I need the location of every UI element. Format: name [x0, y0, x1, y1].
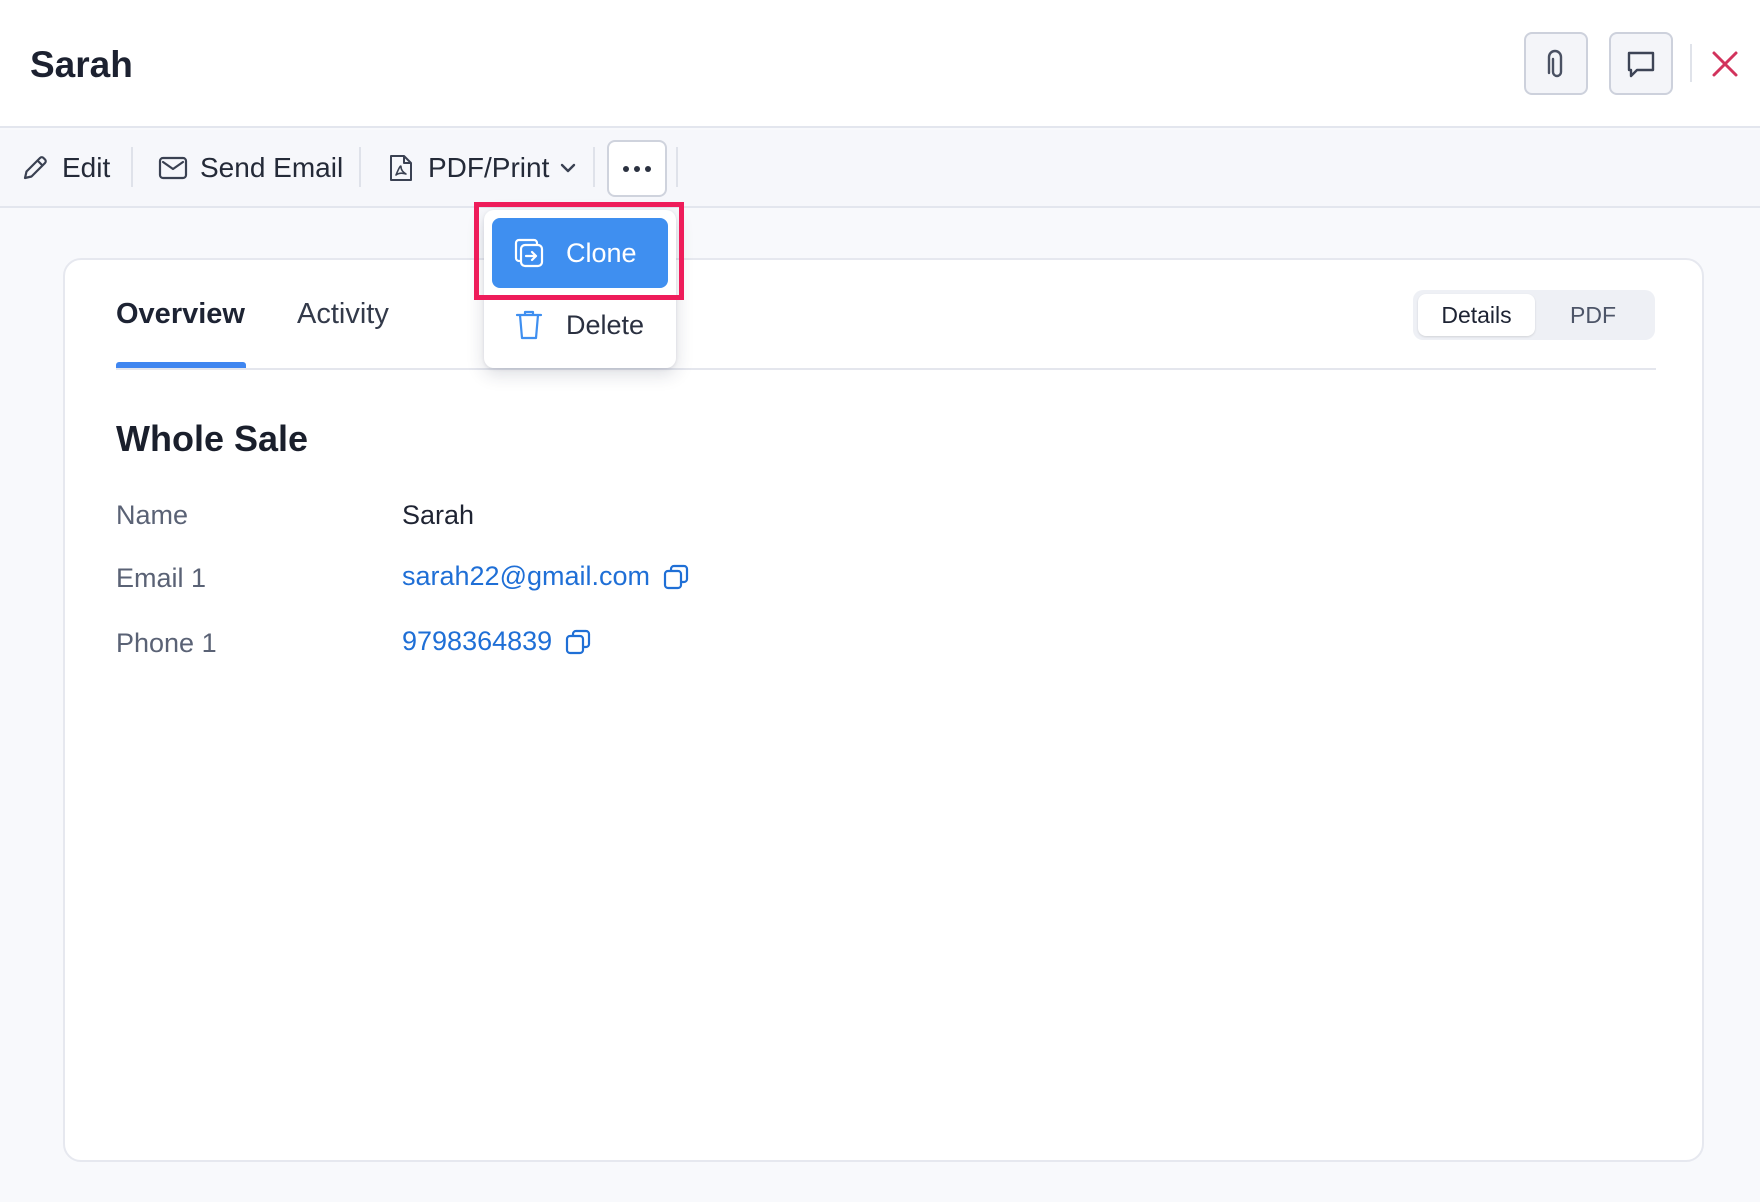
tab-overview[interactable]: Overview — [116, 298, 245, 331]
more-actions-button[interactable] — [607, 140, 667, 197]
toolbar-divider — [676, 147, 678, 187]
delete-menu-item[interactable]: Delete — [492, 290, 668, 360]
copy-icon[interactable] — [662, 563, 690, 591]
pdf-icon — [386, 153, 416, 183]
name-value-text: Sarah — [402, 500, 475, 530]
comments-button[interactable] — [1609, 32, 1673, 95]
send-email-button[interactable]: Send Email — [158, 130, 343, 206]
trash-icon — [512, 308, 546, 342]
tab-activity[interactable]: Activity — [297, 298, 389, 331]
view-pdf-button[interactable]: PDF — [1535, 294, 1651, 336]
view-details-button[interactable]: Details — [1418, 294, 1535, 336]
pencil-icon — [20, 153, 50, 183]
section-title: Whole Sale — [116, 418, 309, 459]
page-header: Sarah — [0, 0, 1760, 128]
pdf-print-label: PDF/Print — [428, 152, 550, 183]
toolbar-divider — [593, 147, 595, 187]
mail-icon — [158, 153, 188, 183]
phone-link[interactable]: 9798364839 — [402, 626, 552, 657]
tabs-divider — [116, 368, 1656, 370]
attachments-button[interactable] — [1524, 32, 1588, 95]
record-card: Overview Activity Details PDF Whole Sale… — [63, 258, 1704, 1162]
name-value: Sarah — [402, 500, 474, 531]
chevron-down-icon — [559, 162, 577, 174]
pdf-print-dropdown[interactable]: PDF/Print — [386, 130, 577, 206]
clone-icon — [512, 236, 546, 270]
page-title: Sarah — [30, 44, 133, 85]
close-button[interactable] — [1705, 44, 1745, 84]
delete-label: Delete — [566, 309, 645, 340]
more-horizontal-icon — [623, 165, 651, 172]
toolbar-divider — [131, 147, 133, 187]
send-email-label: Send Email — [200, 152, 344, 183]
edit-label: Edit — [62, 152, 111, 183]
edit-button[interactable]: Edit — [20, 130, 110, 206]
close-icon — [1712, 51, 1738, 77]
copy-icon[interactable] — [564, 628, 592, 656]
clone-menu-item[interactable]: Clone — [492, 218, 668, 288]
view-toggle: Details PDF — [1413, 290, 1655, 340]
clone-label: Clone — [566, 237, 637, 268]
comment-icon — [1627, 51, 1655, 77]
name-label: Name — [116, 500, 189, 530]
action-toolbar: Edit Send Email PDF/Print — [0, 130, 1760, 208]
more-actions-menu: Clone Delete — [484, 210, 676, 368]
phone-label: Phone 1 — [116, 628, 217, 658]
toolbar-divider — [359, 147, 361, 187]
email-value: sarah22@gmail.com — [402, 561, 690, 592]
header-divider — [1690, 44, 1692, 82]
email-label: Email 1 — [116, 563, 207, 593]
phone-value: 9798364839 — [402, 626, 592, 657]
email-link[interactable]: sarah22@gmail.com — [402, 561, 650, 592]
paperclip-icon — [1547, 49, 1563, 77]
